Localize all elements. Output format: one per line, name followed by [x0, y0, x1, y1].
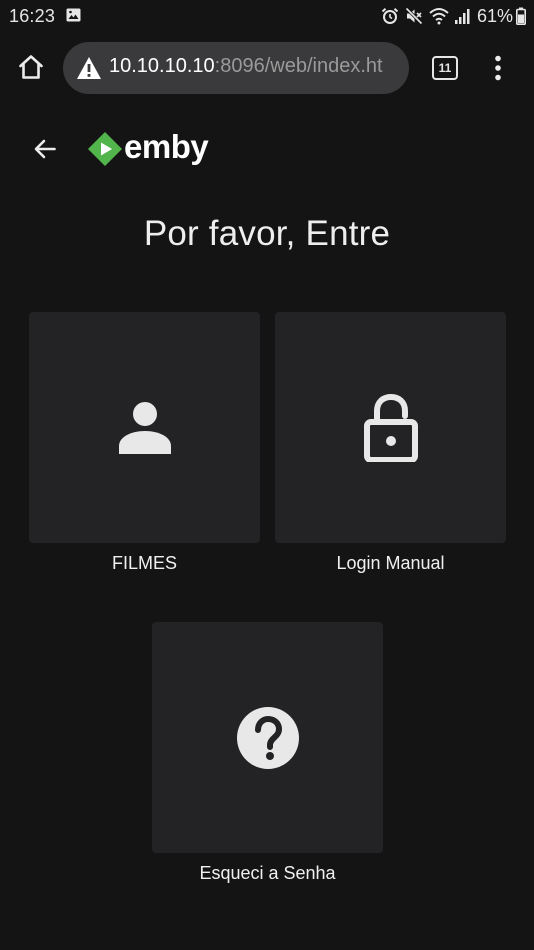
- signal-icon: [454, 9, 470, 24]
- url-host: 10.10.10.10: [109, 55, 215, 77]
- status-time: 16:23: [9, 6, 56, 26]
- wifi-icon: [429, 8, 449, 25]
- address-bar[interactable]: 10.10.10.10:8096/web/index.ht: [63, 42, 409, 94]
- user-card-tile[interactable]: [29, 312, 260, 543]
- back-button[interactable]: [29, 133, 61, 165]
- home-button[interactable]: [13, 49, 49, 85]
- forgot-password-card[interactable]: Esqueci a Senha: [152, 622, 383, 884]
- emby-logo: emby: [87, 128, 209, 170]
- tab-switcher-button[interactable]: 11: [432, 56, 458, 80]
- emby-wordmark: emby: [124, 128, 209, 165]
- home-icon: [19, 55, 43, 79]
- url-text: 10.10.10.10:8096/web/index.ht: [109, 55, 383, 78]
- status-bar: 16:23 61%: [0, 0, 534, 32]
- warning-icon: [77, 57, 101, 79]
- menu-icon: [495, 55, 501, 81]
- status-icons: 61%: [375, 5, 526, 27]
- user-card-label: FILMES: [111, 553, 177, 573]
- browser-menu-button[interactable]: [484, 52, 512, 84]
- page-title: Por favor, Entre: [143, 214, 391, 253]
- alarm-icon: [381, 8, 399, 24]
- lock-open-icon: [363, 393, 418, 462]
- user-card[interactable]: FILMES: [29, 312, 260, 574]
- user-icon: [118, 401, 171, 454]
- browser-toolbar: 10.10.10.10:8096/web/index.ht 11: [0, 32, 534, 104]
- battery-icon: [516, 7, 526, 25]
- help-circle-icon: [236, 706, 299, 769]
- battery-percent: 61%: [476, 5, 513, 26]
- screen: 16:23 61% 10.10.10.10:8096/web/index.ht …: [0, 0, 534, 950]
- gallery-icon: [66, 8, 81, 22]
- manual-login-tile[interactable]: [275, 312, 506, 543]
- forgot-password-label: Esqueci a Senha: [199, 863, 336, 883]
- tab-count: 11: [438, 61, 452, 75]
- url-path: :8096/web/index.ht: [214, 55, 383, 77]
- back-arrow-icon: [34, 139, 56, 159]
- forgot-password-tile[interactable]: [152, 622, 383, 853]
- mute-icon: [405, 7, 423, 25]
- emby-logo-icon: [88, 132, 122, 166]
- manual-login-label: Login Manual: [336, 553, 445, 573]
- manual-login-card[interactable]: Login Manual: [275, 312, 506, 574]
